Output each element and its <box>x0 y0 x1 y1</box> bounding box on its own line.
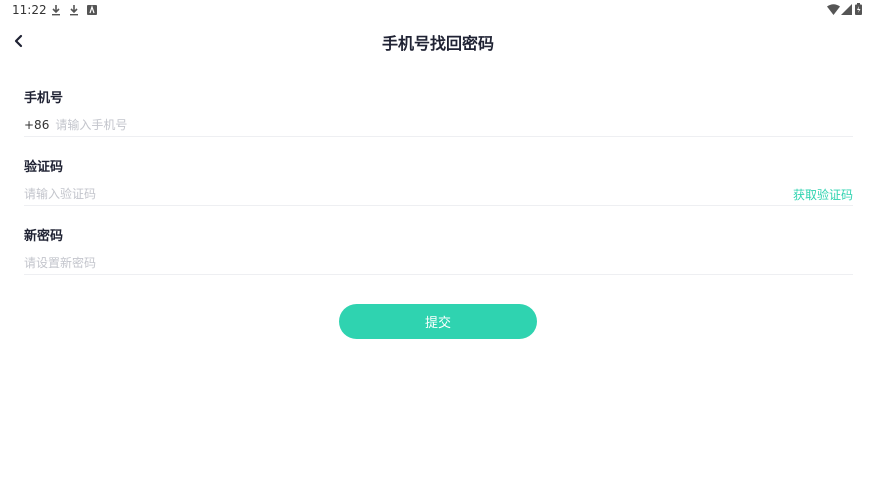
country-code-prefix: +86 <box>24 118 50 132</box>
status-time: 11:22 <box>12 3 47 17</box>
phone-field-group: 手机号 +86 <box>24 80 853 149</box>
code-label: 验证码 <box>24 160 64 175</box>
page-title: 手机号找回密码 <box>381 34 494 53</box>
phone-label: 手机号 <box>24 91 64 106</box>
verification-code-input[interactable] <box>24 184 793 204</box>
battery-icon <box>855 3 862 15</box>
wifi-icon <box>827 4 840 15</box>
reset-password-form: 手机号 +86 验证码 获取验证码 新密码 <box>24 80 853 287</box>
app-notification-icon <box>87 5 97 15</box>
status-bar: 11:22 <box>0 0 876 20</box>
new-password-field-group: 新密码 <box>24 218 853 287</box>
app-header: 手机号找回密码 <box>0 20 876 62</box>
phone-input-row: +86 <box>24 114 853 136</box>
submit-button[interactable]: 提交 <box>339 304 537 339</box>
download-icon <box>52 5 60 16</box>
code-input-row: 获取验证码 <box>24 183 853 205</box>
signal-icon <box>841 4 852 15</box>
divider <box>24 136 853 137</box>
divider <box>24 274 853 275</box>
phone-input[interactable] <box>55 115 853 135</box>
new-password-input[interactable] <box>24 253 853 273</box>
code-field-group: 验证码 获取验证码 <box>24 149 853 218</box>
new-password-input-row <box>24 252 853 274</box>
divider <box>24 205 853 206</box>
get-code-button[interactable]: 获取验证码 <box>793 186 853 203</box>
new-password-label: 新密码 <box>24 229 64 244</box>
download-icon <box>70 5 78 16</box>
